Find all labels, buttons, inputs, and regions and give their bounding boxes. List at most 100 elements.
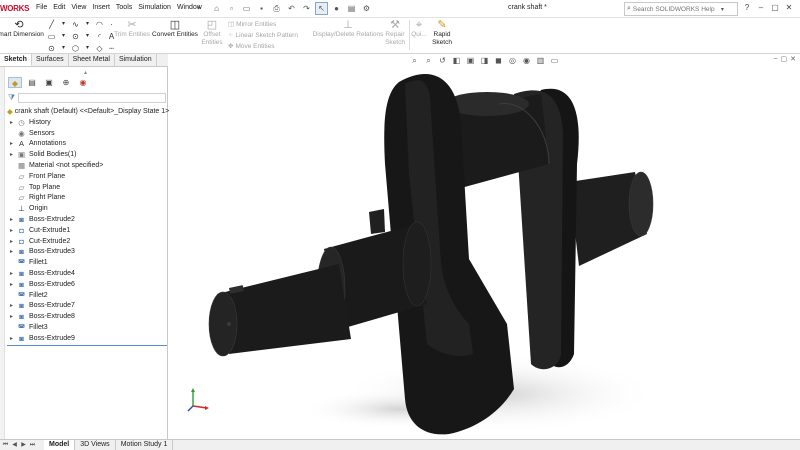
prev-tab-icon[interactable]: ◀	[11, 440, 18, 450]
circle-dropdown-icon[interactable]: ▾	[58, 43, 69, 54]
tree-item[interactable]: ◚ Fillet1	[7, 257, 167, 268]
open-folder-icon[interactable]: ▭	[240, 2, 253, 15]
offset-entities-button[interactable]: ◰ Offset Entities	[199, 19, 225, 47]
expand-arrow-icon[interactable]: ▸	[7, 248, 16, 255]
first-tab-icon[interactable]: ⏮	[2, 440, 9, 450]
display-delete-relations-button[interactable]: ⊥ Display/Delete Relations	[311, 19, 385, 39]
tree-item[interactable]: ▸ ◙ Boss-Extrude6	[7, 279, 167, 290]
tree-item[interactable]: ▸ ▣ Solid Bodies(1)	[7, 149, 167, 160]
expand-arrow-icon[interactable]: ▸	[7, 270, 16, 277]
tree-item[interactable]: ▱ Top Plane	[7, 182, 167, 193]
tree-item[interactable]: ▸ ◘ Cut-Extrude1	[7, 225, 167, 236]
circle-icon[interactable]: ⊙	[46, 43, 57, 54]
tree-filter-input[interactable]	[18, 93, 166, 103]
mirror-entities-button[interactable]: ◫ Mirror Entities	[228, 20, 298, 29]
graphics-area[interactable]: ⌕ ⌕ ↺ ◧ ▣ ◨ ◼ ◎ ◉ ▥ ▭ – ▢ ✕	[169, 54, 800, 439]
feature-manager-tab-icon[interactable]: ◆	[8, 77, 22, 88]
expand-arrow-icon[interactable]: ▸	[7, 216, 16, 223]
menu-tools[interactable]: Tools	[113, 4, 135, 11]
tree-item[interactable]: ▸ A Annotations	[7, 139, 167, 150]
convert-entities-button[interactable]: ◫ Convert Entities	[152, 19, 198, 39]
filter-icon[interactable]: ⧩	[8, 93, 18, 103]
rectangle-icon[interactable]: ▭	[46, 31, 57, 42]
tree-item[interactable]: ▦ Material <not specified>	[7, 160, 167, 171]
expand-arrow-icon[interactable]: ▸	[7, 140, 16, 147]
trim-entities-button[interactable]: ✂ Trim Entities	[112, 19, 152, 39]
rebuild-icon[interactable]: ●	[330, 2, 343, 15]
quick-snaps-button[interactable]: ⌖ Qui...	[410, 19, 428, 39]
display-manager-tab-icon[interactable]: ◉	[76, 77, 90, 88]
help-search-input[interactable]	[632, 5, 721, 13]
tree-item[interactable]: ▸ ◙ Boss-Extrude7	[7, 301, 167, 312]
expand-arrow-icon[interactable]: ▸	[7, 227, 16, 234]
solidworks-logo[interactable]: WORKS	[0, 4, 29, 13]
panel-splitter-arrow-icon[interactable]: ▴	[84, 69, 87, 76]
restore-icon[interactable]: ▢	[770, 3, 780, 12]
tree-item[interactable]: ▸ ◙ Boss-Extrude4	[7, 268, 167, 279]
spline-dropdown-icon[interactable]: ▾	[82, 19, 93, 30]
rollback-bar[interactable]	[7, 344, 167, 346]
line-dropdown-icon[interactable]: ▾	[58, 19, 69, 30]
repair-sketch-button[interactable]: ⚒ Repair Sketch	[383, 19, 407, 47]
plane-tool-icon[interactable]: ◇	[94, 43, 105, 54]
tree-item[interactable]: ▸ ◘ Cut-Extrude2	[7, 236, 167, 247]
undo-icon[interactable]: ↶	[285, 2, 298, 15]
tab-surfaces[interactable]: Surfaces	[32, 54, 69, 66]
expand-arrow-icon[interactable]: ▸	[7, 302, 16, 309]
line-icon[interactable]: ╱	[46, 19, 57, 30]
tree-item[interactable]: ▸ ◷ History	[7, 117, 167, 128]
search-dropdown-icon[interactable]: ▾	[721, 6, 724, 13]
polygon-icon[interactable]: ⬡	[70, 43, 81, 54]
tab-model[interactable]: Model	[44, 440, 76, 450]
tree-item[interactable]: ◚ Fillet3	[7, 322, 167, 333]
centerline-icon[interactable]: ┄	[106, 43, 117, 54]
crankshaft-model[interactable]	[169, 54, 800, 439]
tab-simulation[interactable]: Simulation	[115, 54, 157, 66]
menu-view[interactable]: View	[68, 4, 89, 11]
tree-item[interactable]: ◚ Fillet2	[7, 290, 167, 301]
expand-arrow-icon[interactable]: ▸	[7, 281, 16, 288]
linear-sketch-pattern-button[interactable]: ⁘ Linear Sketch Pattern	[228, 31, 298, 40]
home-icon[interactable]: ⌂	[210, 2, 223, 15]
smart-dimension-button[interactable]: ⟲ Smart Dimension	[0, 19, 44, 39]
tab-sheet-metal[interactable]: Sheet Metal	[69, 54, 115, 66]
tree-item[interactable]: ▱ Front Plane	[7, 171, 167, 182]
last-tab-icon[interactable]: ⏭	[29, 440, 36, 450]
polygon-dropdown-icon[interactable]: ▾	[82, 43, 93, 54]
dimxpert-manager-tab-icon[interactable]: ⊕	[59, 77, 73, 88]
print-icon[interactable]: ⎙	[270, 2, 283, 15]
close-icon[interactable]: ✕	[784, 3, 794, 12]
help-search-box[interactable]: ⌕ ▾	[624, 2, 738, 16]
rapid-sketch-button[interactable]: ✎ Rapid Sketch	[430, 19, 454, 47]
fillet-tool-icon[interactable]: ◜	[94, 31, 105, 42]
pin-menu-icon[interactable]: ✦	[196, 4, 202, 12]
help-question-icon[interactable]: ?	[742, 3, 752, 12]
select-cursor-icon[interactable]: ↖	[315, 2, 328, 15]
spline-icon[interactable]: ∿	[70, 19, 81, 30]
tree-item[interactable]: ▸ ◙ Boss-Extrude9	[7, 333, 167, 344]
rectangle-dropdown-icon[interactable]: ▾	[58, 31, 69, 42]
options-gear-icon[interactable]: ⚙	[360, 2, 373, 15]
property-manager-tab-icon[interactable]: ▤	[25, 77, 39, 88]
slot-icon[interactable]: ⊙	[70, 31, 81, 42]
tab-sketch[interactable]: Sketch	[0, 54, 32, 66]
tree-item[interactable]: ▸ ◙ Boss-Extrude2	[7, 214, 167, 225]
tab-motion-study-1[interactable]: Motion Study 1	[116, 440, 174, 450]
tree-item[interactable]: ⊥ Origin	[7, 203, 167, 214]
arc-icon[interactable]: ◠	[94, 19, 105, 30]
menu-insert[interactable]: Insert	[89, 4, 113, 11]
expand-arrow-icon[interactable]: ▸	[7, 238, 16, 245]
menu-edit[interactable]: Edit	[50, 4, 68, 11]
tree-item[interactable]: ▸ ◙ Boss-Extrude8	[7, 311, 167, 322]
new-document-icon[interactable]: ▫	[225, 2, 238, 15]
expand-arrow-icon[interactable]: ▸	[7, 119, 16, 126]
expand-arrow-icon[interactable]: ▸	[7, 151, 16, 158]
tree-item[interactable]: ▱ Right Plane	[7, 193, 167, 204]
next-tab-icon[interactable]: ▶	[20, 440, 27, 450]
configuration-manager-tab-icon[interactable]: ▣	[42, 77, 56, 88]
expand-arrow-icon[interactable]: ▸	[7, 335, 16, 342]
slot-dropdown-icon[interactable]: ▾	[82, 31, 93, 42]
file-properties-icon[interactable]: ▤	[345, 2, 358, 15]
menu-file[interactable]: File	[33, 4, 50, 11]
minimize-icon[interactable]: –	[756, 3, 766, 12]
